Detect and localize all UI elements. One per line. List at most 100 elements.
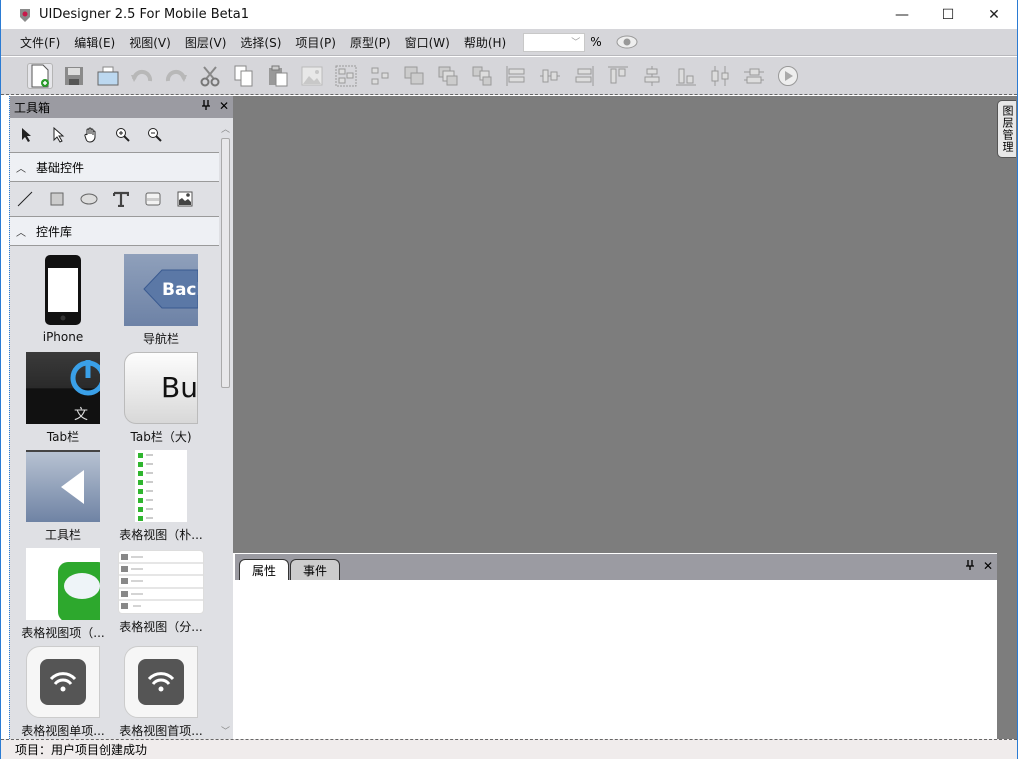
menu-layer[interactable]: 图层(V) [178, 34, 234, 51]
app-logo-icon [20, 8, 30, 22]
properties-panel: 属性 事件 ✕ [235, 554, 997, 739]
align-right-button[interactable] [571, 63, 597, 89]
ellipse-tool[interactable] [80, 190, 98, 208]
copy-button[interactable] [231, 63, 257, 89]
menu-help[interactable]: 帮助(H) [457, 34, 513, 51]
minimize-icon: — [895, 6, 909, 23]
library-item-tabbar[interactable]: 文本 Tab栏 [14, 352, 112, 450]
maximize-button[interactable]: ☐ [925, 0, 971, 29]
align-top-button[interactable] [605, 63, 631, 89]
bring-front-button[interactable] [401, 63, 427, 89]
library-item-tableview-grouped[interactable]: 表格视图（分... [112, 548, 210, 646]
preview-play-button[interactable] [775, 63, 801, 89]
eye-icon[interactable] [616, 35, 638, 49]
library-item-toolbar[interactable]: 工具栏 [14, 450, 112, 548]
zoom-combobox[interactable]: ﹀ [523, 32, 586, 52]
paste-icon [269, 65, 288, 86]
menu-project[interactable]: 项目(P) [288, 34, 343, 51]
library-item-navbar[interactable]: Back 导航栏 [112, 254, 210, 352]
menu-window[interactable]: 窗口(W) [398, 34, 457, 51]
open-button[interactable] [95, 63, 121, 89]
paste-button[interactable] [265, 63, 291, 89]
menu-file[interactable]: 文件(F) [13, 34, 67, 51]
distribute-h-button[interactable] [707, 63, 733, 89]
scrollbar-thumb[interactable] [221, 138, 230, 388]
menu-edit[interactable]: 编辑(E) [67, 34, 122, 51]
library-item-tableview-single[interactable]: 表格视图单项... [14, 646, 112, 739]
section-label: 控件库 [36, 224, 73, 239]
direct-select-tool[interactable] [50, 126, 68, 144]
minimize-button[interactable]: — [879, 0, 925, 29]
library-item-tableview-first[interactable]: 表格视图首项... [112, 646, 210, 739]
scroll-down-icon[interactable]: ﹀ [221, 724, 230, 737]
undo-button[interactable] [129, 63, 155, 89]
toolbox-scrollbar[interactable]: ︿ ﹀ [219, 118, 233, 739]
new-file-icon [31, 64, 49, 87]
new-file-button[interactable] [27, 62, 53, 89]
ungroup-icon [371, 67, 389, 84]
toolbox-title: 工具箱 [14, 100, 51, 115]
properties-header: 属性 事件 ✕ [235, 554, 997, 580]
library-item-tableview-cell[interactable]: 表格视图项（... [14, 548, 112, 646]
pin-icon[interactable] [965, 559, 975, 571]
close-button[interactable]: ✕ [971, 0, 1017, 29]
design-canvas[interactable] [233, 96, 997, 553]
zoom-in-tool[interactable] [114, 126, 132, 144]
tabbar-large-thumb-text: Bu [161, 371, 198, 404]
image-shape-tool[interactable] [176, 190, 194, 208]
menu-select[interactable]: 选择(S) [233, 34, 288, 51]
send-backward-button[interactable] [469, 63, 495, 89]
right-dock-strip [997, 96, 1017, 739]
text-tool[interactable] [112, 190, 130, 208]
tab-properties[interactable]: 属性 [239, 559, 290, 580]
library-item-iphone[interactable]: iPhone [14, 254, 112, 352]
text-icon [113, 191, 129, 207]
library-item-label: 表格视图（分... [119, 620, 203, 634]
redo-button[interactable] [163, 63, 189, 89]
rectangle-tool[interactable] [48, 190, 66, 208]
select-arrow-tool[interactable] [18, 126, 36, 144]
library-item-tabbar-large[interactable]: Bu Tab栏（大) [112, 352, 210, 450]
toolbox-header: 工具箱 ✕ [10, 96, 233, 118]
toolbox-close-icon[interactable]: ✕ [219, 99, 229, 113]
align-center-h-button[interactable] [537, 63, 563, 89]
insert-image-button[interactable] [299, 63, 325, 89]
undo-icon [131, 69, 153, 82]
align-middle-icon [644, 65, 660, 86]
tableview-single-thumb [26, 646, 100, 718]
select-arrow-icon [22, 128, 31, 142]
chevron-up-icon: ︿ [16, 163, 26, 175]
toolbar-thumb [26, 450, 100, 522]
main-toolbar [1, 57, 1017, 95]
button-shape-tool[interactable] [144, 190, 162, 208]
properties-close-icon[interactable]: ✕ [983, 559, 993, 573]
zoom-out-tool[interactable] [146, 126, 164, 144]
align-middle-button[interactable] [639, 63, 665, 89]
iphone-thumb [26, 254, 100, 326]
pin-icon[interactable] [201, 99, 211, 111]
basic-shapes-row [10, 182, 220, 216]
library-item-label: 表格视图（朴... [119, 528, 203, 542]
line-tool[interactable] [16, 190, 34, 208]
layer-management-tab[interactable]: 图层管理 [997, 100, 1016, 158]
save-button[interactable] [61, 63, 87, 89]
window-title: UIDesigner 2.5 For Mobile Beta1 [39, 7, 249, 22]
library-item-tableview-plain[interactable]: 表格视图（朴... [112, 450, 210, 548]
align-left-button[interactable] [503, 63, 529, 89]
align-right-icon [575, 65, 594, 86]
hand-tool[interactable] [82, 126, 100, 144]
ungroup-button[interactable] [367, 63, 393, 89]
section-basic-controls[interactable]: ︿ 基础控件 [10, 152, 220, 182]
align-bottom-button[interactable] [673, 63, 699, 89]
distribute-v-button[interactable] [741, 63, 767, 89]
chevron-up-icon: ︿ [16, 227, 26, 239]
section-label: 基础控件 [36, 160, 85, 175]
cut-button[interactable] [197, 63, 223, 89]
bring-forward-button[interactable] [435, 63, 461, 89]
tab-events[interactable]: 事件 [290, 559, 341, 580]
scroll-up-icon[interactable]: ︿ [221, 122, 230, 135]
menu-view[interactable]: 视图(V) [122, 34, 178, 51]
group-button[interactable] [333, 63, 359, 89]
section-control-library[interactable]: ︿ 控件库 [10, 216, 220, 246]
menu-prototype[interactable]: 原型(P) [343, 34, 398, 51]
